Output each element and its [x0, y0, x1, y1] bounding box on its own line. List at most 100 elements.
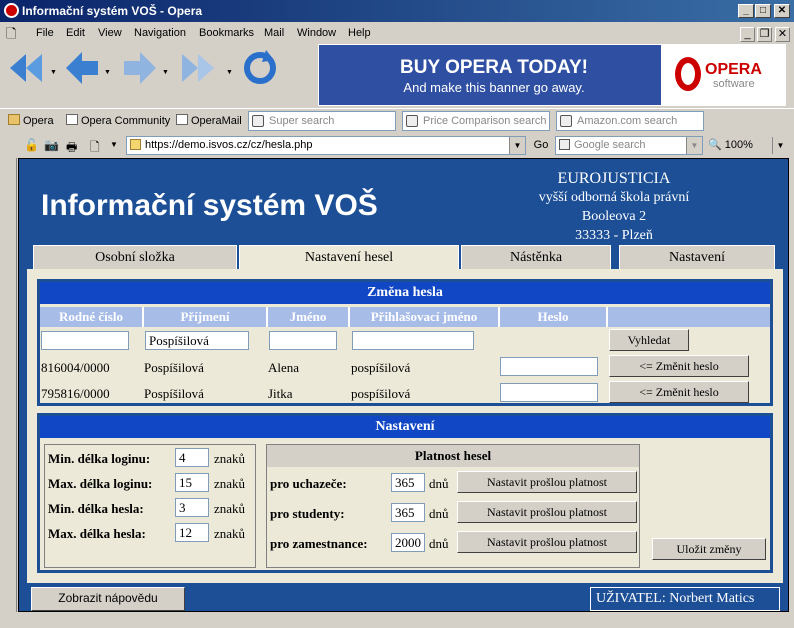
password-change-panel: Změna hesla Rodné číslo Příjmení Jméno P… — [37, 279, 773, 406]
google-search-field[interactable]: Google search ▼ — [555, 136, 703, 155]
bookmark-opera[interactable]: Opera — [8, 114, 54, 127]
students-days-input[interactable]: 365 — [391, 503, 425, 522]
max-password-input[interactable]: 12 — [175, 523, 209, 542]
menu-help[interactable]: Help — [348, 27, 371, 39]
row2-jmeno: Jitka — [268, 386, 293, 401]
banner-subline: And make this banner go away. — [403, 80, 585, 95]
opera-o-icon — [675, 57, 701, 91]
filter-jmeno-input[interactable] — [269, 331, 337, 350]
row2-prijmeni: Pospíšilová — [144, 386, 204, 401]
employees-expire-button[interactable]: Nastavit prošlou platnost — [457, 531, 637, 553]
logo-subtext: software — [713, 78, 755, 90]
search-engine-dropdown-icon[interactable]: ▼ — [686, 137, 702, 154]
go-button[interactable]: Go — [530, 136, 552, 155]
chevron-down-icon[interactable]: ▼ — [110, 140, 118, 149]
col-prijmeni: Příjmení — [144, 307, 268, 327]
zoom-dropdown-icon[interactable]: ▼ — [772, 137, 788, 154]
address-field[interactable]: https://demo.isvos.cz/cz/hesla.php ▼ — [126, 136, 526, 155]
page-icon — [66, 114, 78, 125]
students-label: pro studenty: — [270, 506, 345, 521]
max-login-label: Max. délka loginu: — [48, 476, 153, 491]
filter-prijmeni-input[interactable]: Pospíšilová — [145, 331, 249, 350]
menu-edit[interactable]: Edit — [66, 27, 85, 39]
students-unit: dnů — [429, 506, 449, 521]
magnifier-icon: 🔍 — [708, 139, 722, 151]
doc-close-button[interactable]: ✕ — [775, 27, 790, 42]
max-password-label: Max. délka hesla: — [48, 526, 146, 541]
search-button[interactable]: Vyhledat — [609, 329, 689, 351]
reload-icon[interactable] — [240, 48, 280, 88]
min-password-unit: znaků — [214, 501, 246, 516]
banner-headline: BUY OPERA TODAY! — [400, 57, 588, 78]
menu-window[interactable]: Window — [297, 27, 336, 39]
amazon-search-field[interactable]: Amazon.com search — [556, 111, 704, 131]
opera-logo: OPERA software — [661, 45, 785, 105]
row2-change-password-button[interactable]: <= Změnit heslo — [609, 381, 749, 403]
filter-login-input[interactable] — [352, 331, 474, 350]
tab-nastaveni-hesel[interactable]: Nastavení hesel — [239, 245, 459, 271]
menu-view[interactable]: View — [98, 27, 122, 39]
tab-content: Změna hesla Rodné číslo Příjmení Jméno P… — [27, 269, 783, 583]
search-icon — [252, 115, 264, 127]
menu-mail[interactable]: Mail — [264, 27, 284, 39]
address-dropdown-icon[interactable]: ▼ — [509, 137, 525, 154]
row1-login: pospíšilová — [351, 360, 411, 375]
show-help-button[interactable]: Zobrazit nápovědu — [31, 587, 185, 611]
col-actions — [608, 307, 770, 327]
window-title-bar[interactable]: Informační systém VOŠ - Opera _ □ ✕ — [0, 0, 794, 22]
document-icon[interactable]: 🗋 — [90, 138, 100, 159]
fast-forward-icon[interactable] — [178, 48, 218, 88]
maximize-button[interactable]: □ — [755, 4, 771, 18]
settings-panel: Nastavení Min. délka loginu: 4 znaků Max… — [37, 413, 773, 573]
max-login-input[interactable]: 15 — [175, 473, 209, 492]
camera-icon[interactable]: 📷 — [44, 138, 59, 152]
row1-change-password-button[interactable]: <= Změnit heslo — [609, 355, 749, 377]
close-button[interactable]: ✕ — [774, 4, 790, 18]
row1-password-input[interactable] — [500, 357, 598, 376]
search-icon — [559, 139, 570, 150]
menu-navigation[interactable]: Navigation — [134, 27, 186, 39]
menu-bookmarks[interactable]: Bookmarks — [199, 27, 254, 39]
employees-days-input[interactable]: 2000 — [391, 533, 425, 552]
bookmark-opera-community[interactable]: Opera Community — [66, 114, 170, 127]
menu-file[interactable]: File — [36, 27, 54, 39]
applicants-days-input[interactable]: 365 — [391, 473, 425, 492]
rewind-dropdown-icon[interactable]: ▼ — [50, 69, 57, 76]
filter-rodne-cislo-input[interactable] — [41, 331, 129, 350]
opera-ad-banner[interactable]: BUY OPERA TODAY! And make this banner go… — [318, 44, 786, 106]
lock-icon[interactable]: 🔓 — [24, 138, 39, 152]
page-title: Informační systém VOŠ — [41, 189, 378, 222]
employees-unit: dnů — [429, 536, 449, 551]
forward-dropdown-icon[interactable]: ▼ — [162, 69, 169, 76]
back-dropdown-icon[interactable]: ▼ — [104, 69, 111, 76]
print-icon[interactable]: 🖶 — [66, 138, 77, 159]
rewind-icon[interactable] — [6, 48, 46, 88]
doc-minimize-button[interactable]: _ — [740, 27, 755, 42]
back-icon[interactable] — [62, 48, 102, 88]
students-expire-button[interactable]: Nastavit prošlou platnost — [457, 501, 637, 523]
page-icon — [176, 114, 188, 125]
min-password-label: Min. délka hesla: — [48, 501, 144, 516]
min-login-input[interactable]: 4 — [175, 448, 209, 467]
super-search-field[interactable]: Super search — [248, 111, 396, 131]
length-limits-box: Min. délka loginu: 4 znaků Max. délka lo… — [44, 444, 256, 568]
school-info: EUROJUSTICIA vyšší odborná škola právní … — [489, 169, 739, 245]
minimize-button[interactable]: _ — [738, 4, 754, 18]
panel-sidebar[interactable] — [0, 158, 17, 622]
doc-restore-button[interactable]: ❐ — [757, 27, 772, 42]
tab-nastaveni[interactable]: Nastavení — [619, 245, 775, 269]
tab-nastenka[interactable]: Nástěnka — [461, 245, 611, 269]
save-changes-button[interactable]: Uložit změny — [652, 538, 766, 560]
col-jmeno: Jméno — [268, 307, 350, 327]
bookmark-operamail[interactable]: OperaMail — [176, 114, 242, 127]
tab-osobni-slozka[interactable]: Osobní složka — [33, 245, 237, 269]
min-password-input[interactable]: 3 — [175, 498, 209, 517]
fast-forward-dropdown-icon[interactable]: ▼ — [226, 69, 233, 76]
forward-icon[interactable] — [120, 48, 160, 88]
price-comparison-search-field[interactable]: Price Comparison search — [402, 111, 550, 131]
applicants-expire-button[interactable]: Nastavit prošlou platnost — [457, 471, 637, 493]
zoom-control[interactable]: 🔍 100% ▼ — [708, 136, 788, 155]
row2-password-input[interactable] — [500, 383, 598, 402]
validity-title: Platnost hesel — [267, 445, 639, 467]
address-toolbar: 🔓 📷 🖶 🗋 ▼ https://demo.isvos.cz/cz/hesla… — [0, 132, 794, 158]
